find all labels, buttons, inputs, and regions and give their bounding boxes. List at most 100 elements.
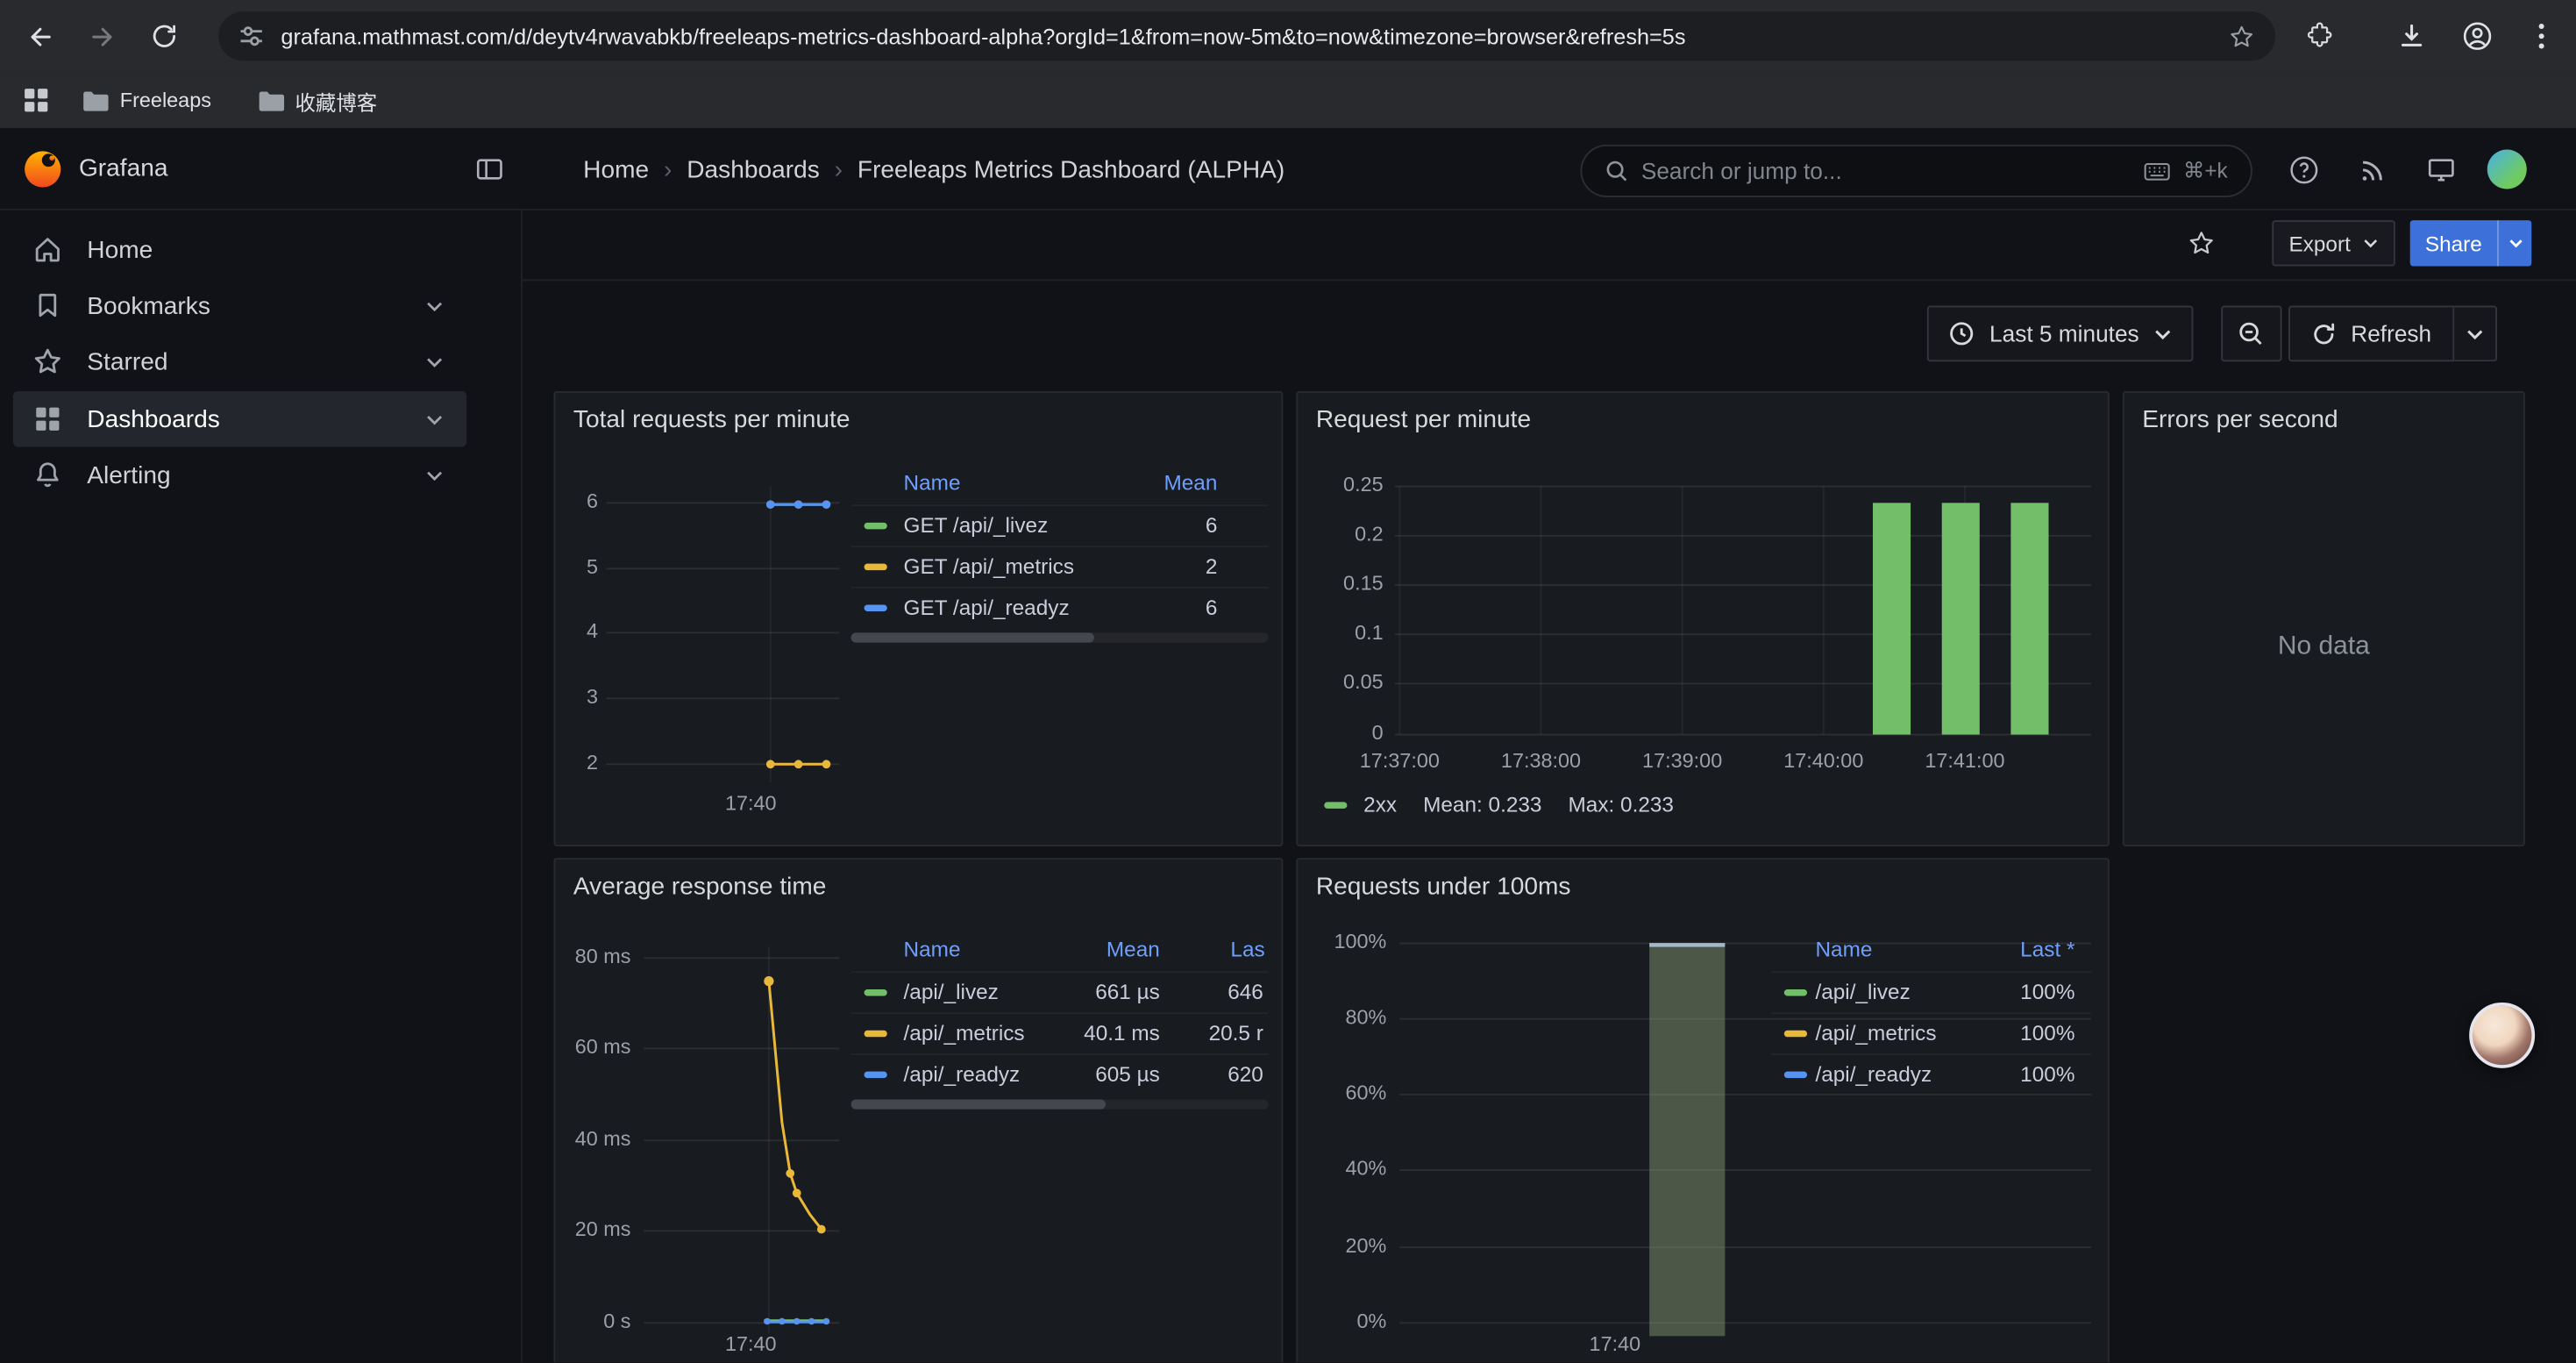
legend-name[interactable]: /api/_livez <box>904 980 999 1004</box>
y-tick: 100% <box>1306 931 1387 953</box>
sidebar-item-label: Alerting <box>87 461 170 489</box>
legend-name[interactable]: GET /api/_livez <box>904 513 1049 538</box>
legend-name[interactable]: /api/_readyz <box>1815 1061 1932 1086</box>
series-color-dash <box>1784 989 1807 995</box>
scrollbar-thumb[interactable] <box>851 632 1094 642</box>
legend-row[interactable]: /api/_readyz 100% <box>1771 1053 2091 1095</box>
forward-icon[interactable] <box>75 10 128 62</box>
keyboard-icon <box>2144 162 2170 181</box>
legend-scrollbar[interactable] <box>851 1100 1269 1110</box>
search-icon <box>1605 160 1628 182</box>
y-tick: 0 <box>1306 722 1384 745</box>
address-bar[interactable] <box>218 11 2275 61</box>
y-tick: 0% <box>1306 1309 1387 1332</box>
legend-name[interactable]: GET /api/_readyz <box>904 595 1070 619</box>
panel-average-response-time[interactable]: Average response time 80 ms 60 ms 40 ms … <box>553 858 1283 1363</box>
panel-requests-under-100ms[interactable]: Requests under 100ms 100% 80% 60% 40% 20… <box>1296 858 2109 1363</box>
series-color-dash <box>1324 801 1347 807</box>
share-dropdown-button[interactable] <box>2497 220 2531 266</box>
legend-scrollbar[interactable] <box>851 632 1269 642</box>
reload-icon[interactable] <box>138 10 190 62</box>
y-tick: 4 <box>566 619 598 642</box>
legend-name[interactable]: /api/_metrics <box>1815 1021 1936 1045</box>
bookmark-item[interactable]: Freeleaps <box>69 82 224 118</box>
bookmark-item[interactable]: 收藏博客 <box>244 78 390 123</box>
legend-col-name[interactable]: Name <box>1815 937 1872 961</box>
search-input[interactable] <box>1641 158 2131 184</box>
url-input[interactable] <box>281 24 2211 48</box>
scrollbar-thumb[interactable] <box>851 1100 1106 1110</box>
series-color-dash <box>865 605 887 611</box>
series-color-dash <box>865 1072 887 1078</box>
time-range-label: Last 5 minutes <box>1989 320 2139 346</box>
legend-last: 100% <box>1960 1061 2074 1086</box>
time-range-picker[interactable]: Last 5 minutes <box>1927 306 2194 362</box>
site-settings-icon[interactable] <box>238 23 265 49</box>
menu-kebab-icon[interactable] <box>2516 10 2568 62</box>
no-data-message: No data <box>2124 632 2523 662</box>
y-tick: 0.1 <box>1306 621 1384 644</box>
legend-row[interactable]: /api/_livez 100% <box>1771 971 2091 1012</box>
user-avatar[interactable] <box>2487 150 2527 189</box>
panel-total-requests-per-minute[interactable]: Total requests per minute 6 5 4 3 2 17:4… <box>553 391 1283 846</box>
refresh-interval-dropdown[interactable] <box>2454 306 2497 362</box>
x-tick: 17:40 <box>701 1333 800 1356</box>
legend-last: 646 <box>1185 980 1263 1004</box>
chevron-down-icon[interactable] <box>425 413 444 425</box>
dock-menu-icon[interactable] <box>466 146 512 192</box>
legend-row[interactable]: /api/_readyz 605 µs 620 <box>851 1053 1269 1095</box>
export-button[interactable]: Export <box>2272 220 2395 266</box>
legend-row[interactable]: GET /api/_readyz 6 <box>851 587 1269 628</box>
legend-col-mean[interactable]: Mean <box>1061 937 1159 961</box>
assistant-avatar-overlay[interactable] <box>2469 1003 2535 1068</box>
favorite-star-icon[interactable] <box>2179 220 2224 266</box>
sidebar-item-alerting[interactable]: Alerting <box>13 447 466 503</box>
refresh-button[interactable]: Refresh <box>2288 306 2454 362</box>
folder-icon <box>82 89 109 111</box>
export-label: Export <box>2288 231 2350 255</box>
help-icon[interactable] <box>2281 146 2326 192</box>
legend-series-label[interactable]: 2xx <box>1363 792 1397 817</box>
search-box[interactable]: ⌘+k <box>1580 145 2252 197</box>
line-chart <box>555 860 1283 1363</box>
legend-row[interactable]: /api/_metrics 100% <box>1771 1012 2091 1053</box>
extensions-icon[interactable] <box>2294 10 2346 62</box>
screen-icon[interactable] <box>2418 146 2464 192</box>
panel-title[interactable]: Errors per second <box>2142 406 2338 434</box>
panel-errors-per-second[interactable]: Errors per second No data <box>2123 391 2525 846</box>
downloads-icon[interactable] <box>2386 10 2438 62</box>
share-button[interactable]: Share <box>2410 220 2497 266</box>
legend-name[interactable]: /api/_livez <box>1815 980 1910 1004</box>
panel-request-per-minute[interactable]: Request per minute 0.25 0.2 0.15 0.1 0.0… <box>1296 391 2109 846</box>
sidebar-item-bookmarks[interactable]: Bookmarks <box>13 278 466 334</box>
legend-name[interactable]: /api/_readyz <box>904 1061 1021 1086</box>
profile-icon[interactable] <box>2451 10 2504 62</box>
sidebar: Home Bookmarks Starred Dashboards Alerti… <box>0 211 523 1363</box>
legend-row[interactable]: GET /api/_metrics 2 <box>851 546 1269 587</box>
zoom-out-button[interactable] <box>2221 306 2281 362</box>
chevron-down-icon[interactable] <box>425 469 444 481</box>
chevron-down-icon[interactable] <box>425 300 444 311</box>
sidebar-item-home[interactable]: Home <box>13 222 466 278</box>
apps-grid-icon[interactable] <box>23 87 49 113</box>
legend-col-mean[interactable]: Mean <box>1109 470 1218 495</box>
y-tick: 3 <box>566 685 598 708</box>
legend-name[interactable]: GET /api/_metrics <box>904 553 1074 578</box>
legend-row[interactable]: GET /api/_livez 6 <box>851 504 1269 546</box>
legend-row[interactable]: /api/_livez 661 µs 646 <box>851 971 1269 1012</box>
grafana-logo[interactable] <box>21 148 64 191</box>
breadcrumb-home[interactable]: Home <box>583 155 649 183</box>
chevron-down-icon[interactable] <box>425 356 444 368</box>
bookmark-star-icon[interactable] <box>2228 22 2256 50</box>
legend-col-last[interactable]: Las <box>1230 937 1264 961</box>
breadcrumb-dashboards[interactable]: Dashboards <box>687 155 820 183</box>
legend-col-name[interactable]: Name <box>904 937 961 961</box>
legend-name[interactable]: /api/_metrics <box>904 1021 1025 1045</box>
sidebar-item-starred[interactable]: Starred <box>13 333 466 389</box>
news-rss-icon[interactable] <box>2349 146 2395 192</box>
back-icon[interactable] <box>13 10 66 62</box>
legend-row[interactable]: /api/_metrics 40.1 ms 20.5 r <box>851 1012 1269 1053</box>
legend-col-name[interactable]: Name <box>904 470 961 495</box>
sidebar-item-dashboards[interactable]: Dashboards <box>13 391 466 447</box>
legend-col-last[interactable]: Last * <box>1960 937 2074 961</box>
